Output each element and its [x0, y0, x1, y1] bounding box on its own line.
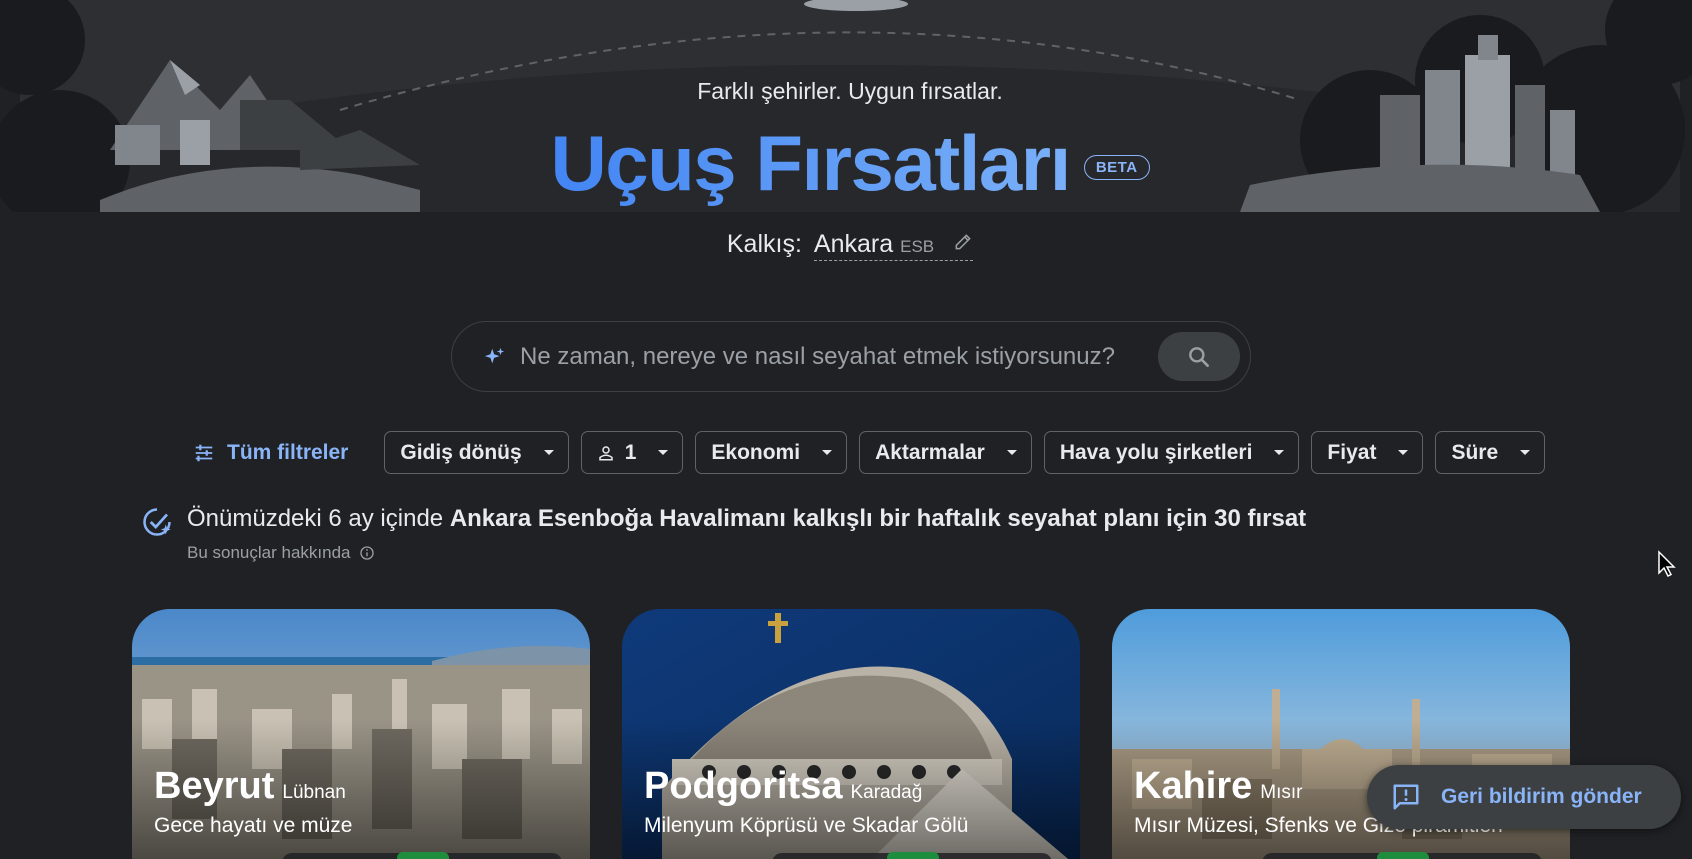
price-indicator: [887, 852, 939, 859]
all-filters-label: Tüm filtreler: [227, 440, 349, 464]
about-results-label: Bu sonuçlar hakkında: [187, 543, 351, 562]
card-price-bar: [1262, 852, 1542, 859]
airlines-dropdown[interactable]: Hava yolu şirketleri: [1043, 431, 1300, 474]
about-results-link[interactable]: Bu sonuçlar hakkında: [187, 543, 1306, 563]
filter-bar: Tüm filtreler Gidiş dönüş 1 Ekonomi Akta…: [188, 431, 1557, 474]
trip-type-dropdown[interactable]: Gidiş dönüş: [384, 431, 569, 474]
card-price-bar: [772, 852, 1052, 859]
edit-icon: [955, 234, 971, 250]
hero-banner: Farklı şehirler. Uygun fırsatlar. Uçuş F…: [0, 0, 1692, 212]
card-description: Gece hayatı ve müze: [154, 814, 353, 837]
destination-card-beirut[interactable]: Beyrut Lübnan Gece hayatı ve müze: [132, 609, 590, 859]
chip-label: Aktarmalar: [875, 440, 985, 464]
chip-label: Süre: [1451, 440, 1499, 464]
hero-tagline: Farklı şehirler. Uygun fırsatlar.: [697, 78, 1003, 104]
card-country: Mısır: [1260, 782, 1303, 803]
search-bar: [451, 321, 1251, 392]
chip-label: Ekonomi: [711, 440, 801, 464]
send-feedback-label: Geri bildirim gönder: [1441, 785, 1642, 808]
card-city: Podgoritsa: [644, 765, 843, 807]
caret-down-icon: [822, 450, 833, 455]
send-feedback-button[interactable]: Geri bildirim gönder: [1367, 765, 1681, 829]
card-city: Kahire: [1134, 765, 1253, 807]
summary-text: Önümüzdeki 6 ay içinde Ankara Esenboğa H…: [187, 505, 1306, 533]
caret-down-icon: [1398, 450, 1409, 455]
origin-value[interactable]: Ankara ESB: [813, 230, 974, 261]
search-input[interactable]: [520, 342, 1158, 371]
destination-card-podgorica[interactable]: Podgoritsa Karadağ Milenyum Köprüsü ve S…: [622, 609, 1080, 859]
search-button[interactable]: [1158, 332, 1240, 381]
summary-highlight: Ankara Esenboğa Havalimanı kalkışlı bir …: [449, 505, 1307, 532]
caret-down-icon: [1520, 450, 1531, 455]
origin-city: Ankara: [813, 230, 894, 258]
caret-down-icon: [543, 450, 554, 455]
origin-selector: Kalkış: Ankara ESB: [0, 230, 1692, 261]
caret-down-icon: [1274, 450, 1285, 455]
chip-label: Hava yolu şirketleri: [1059, 440, 1253, 464]
card-title: Podgoritsa Karadağ: [644, 765, 922, 808]
card-description: Milenyum Köprüsü ve Skadar Gölü: [644, 814, 969, 837]
card-title: Kahire Mısır: [1134, 765, 1303, 808]
stops-dropdown[interactable]: Aktarmalar: [859, 431, 1032, 474]
card-city: Beyrut: [154, 765, 275, 807]
origin-code: ESB: [900, 237, 935, 256]
price-dropdown[interactable]: Fiyat: [1311, 431, 1424, 474]
search-icon: [1189, 346, 1209, 367]
caret-down-icon: [658, 450, 669, 455]
results-summary: Önümüzdeki 6 ay içinde Ankara Esenboğa H…: [142, 505, 1306, 563]
cabin-class-dropdown[interactable]: Ekonomi: [695, 431, 848, 474]
mouse-cursor-icon: [1658, 550, 1676, 577]
caret-down-icon: [1006, 450, 1017, 455]
summary-prefix: Önümüzdeki 6 ay içinde: [187, 505, 450, 532]
beta-badge: BETA: [1083, 154, 1150, 180]
chip-label: Fiyat: [1327, 440, 1377, 464]
price-indicator: [1377, 852, 1429, 859]
page-title: Uçuş Fırsatları: [550, 119, 1071, 207]
card-title: Beyrut Lübnan: [154, 765, 346, 808]
card-country: Lübnan: [282, 782, 346, 803]
all-filters-button[interactable]: Tüm filtreler: [188, 441, 353, 465]
info-icon: [359, 546, 374, 560]
chip-label: 1: [624, 440, 637, 464]
title-group: Uçuş Fırsatları BETA: [0, 118, 1692, 208]
sparkle-icon: [484, 347, 505, 363]
price-indicator: [397, 852, 449, 859]
passengers-dropdown[interactable]: 1: [580, 431, 684, 474]
origin-label: Kalkış:: [726, 230, 802, 258]
feedback-icon: [1393, 784, 1419, 810]
chip-label: Gidiş dönüş: [400, 440, 522, 464]
card-country: Karadağ: [850, 782, 923, 803]
verified-sparkle-icon: [143, 508, 171, 536]
person-icon: [598, 445, 613, 460]
card-price-bar: [282, 852, 562, 859]
duration-dropdown[interactable]: Süre: [1435, 431, 1546, 474]
tune-icon: [195, 444, 213, 461]
